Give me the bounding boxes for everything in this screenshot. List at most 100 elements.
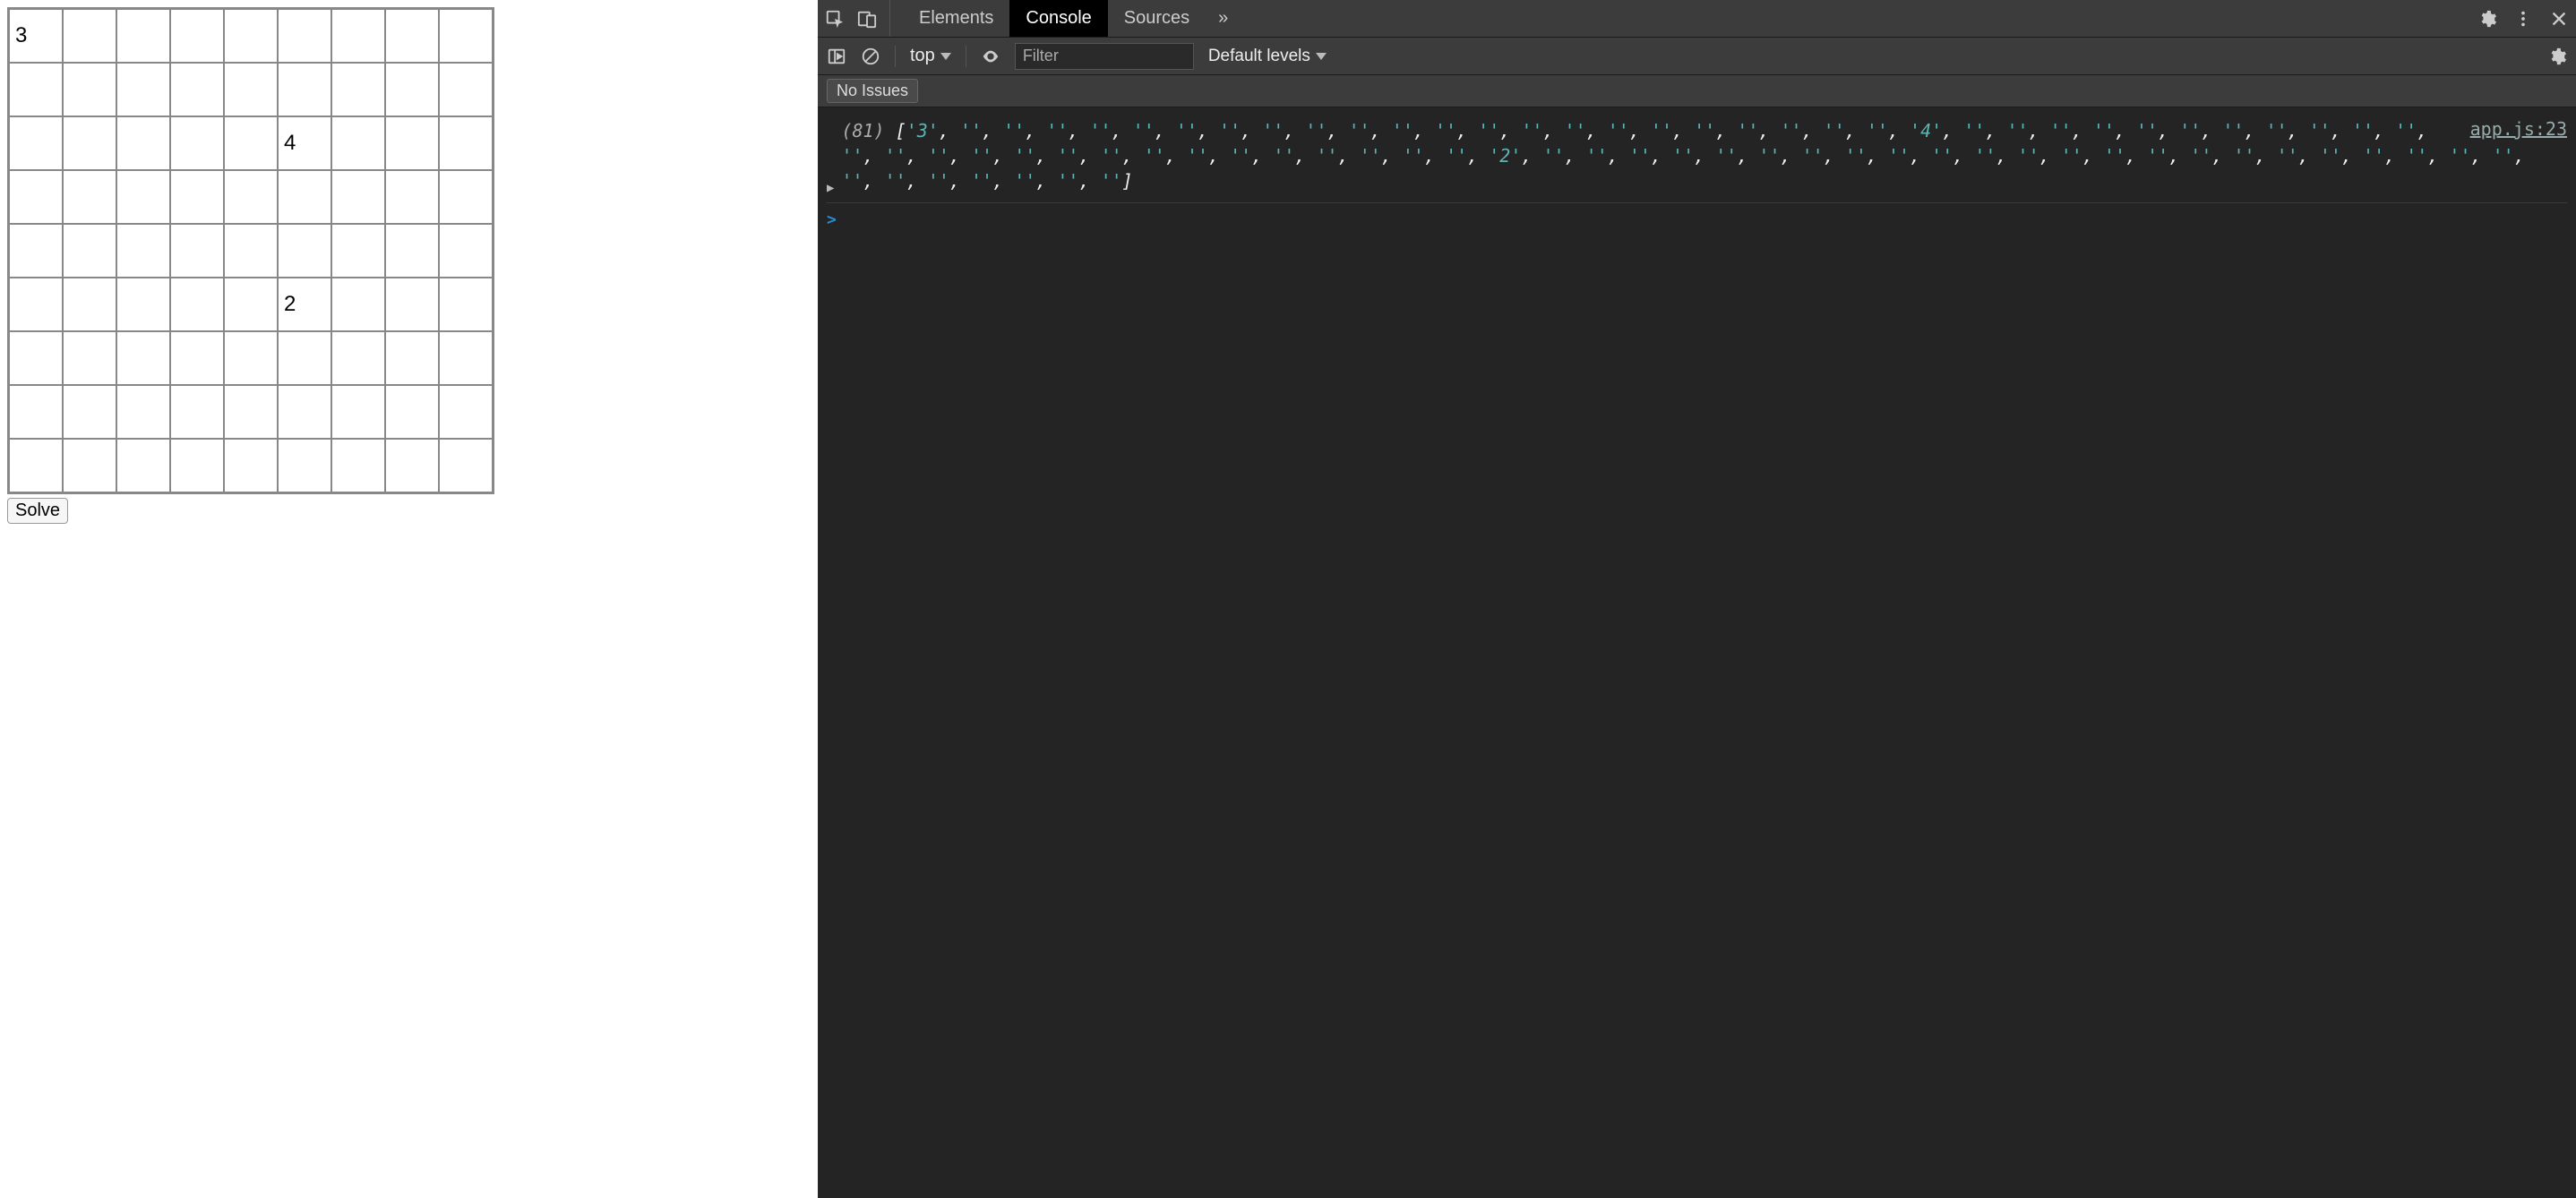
more-tabs-icon[interactable]: » xyxy=(1218,8,1228,29)
sudoku-cell[interactable] xyxy=(385,63,439,116)
issues-button[interactable]: No Issues xyxy=(827,79,918,103)
sudoku-cell[interactable] xyxy=(170,9,224,63)
sudoku-cell[interactable] xyxy=(224,439,278,492)
sudoku-cell[interactable] xyxy=(224,224,278,278)
sudoku-cell[interactable] xyxy=(63,439,116,492)
gear-icon[interactable] xyxy=(2477,9,2497,29)
sudoku-cell[interactable] xyxy=(224,331,278,385)
tab-console[interactable]: Console xyxy=(1009,0,1107,37)
sudoku-cell[interactable] xyxy=(170,439,224,492)
sudoku-cell[interactable] xyxy=(9,331,63,385)
sudoku-cell[interactable] xyxy=(63,9,116,63)
sudoku-cell[interactable] xyxy=(9,278,63,331)
sudoku-cell[interactable] xyxy=(116,278,170,331)
sudoku-cell[interactable] xyxy=(278,63,331,116)
sudoku-cell[interactable] xyxy=(439,224,493,278)
sudoku-cell[interactable] xyxy=(278,170,331,224)
sudoku-cell[interactable] xyxy=(278,278,331,331)
console-sidebar-toggle-icon[interactable] xyxy=(827,47,846,66)
sudoku-cell[interactable] xyxy=(385,170,439,224)
sudoku-cell[interactable] xyxy=(385,9,439,63)
sudoku-cell[interactable] xyxy=(385,116,439,170)
sudoku-cell[interactable] xyxy=(385,439,439,492)
sudoku-cell[interactable] xyxy=(331,439,385,492)
sudoku-cell[interactable] xyxy=(116,63,170,116)
sudoku-cell[interactable] xyxy=(9,63,63,116)
sudoku-cell[interactable] xyxy=(116,116,170,170)
sudoku-cell[interactable] xyxy=(116,385,170,439)
clear-console-icon[interactable] xyxy=(861,47,880,66)
gear-icon[interactable] xyxy=(2547,47,2567,66)
live-expression-icon[interactable] xyxy=(981,47,1000,66)
sudoku-cell[interactable] xyxy=(331,9,385,63)
sudoku-cell[interactable] xyxy=(278,9,331,63)
sudoku-cell[interactable] xyxy=(385,385,439,439)
log-levels-select[interactable]: Default levels xyxy=(1208,47,1327,66)
sudoku-cell[interactable] xyxy=(439,385,493,439)
sudoku-cell[interactable] xyxy=(116,9,170,63)
sudoku-cell[interactable] xyxy=(170,63,224,116)
sudoku-cell[interactable] xyxy=(224,385,278,439)
sudoku-cell[interactable] xyxy=(170,331,224,385)
sudoku-cell[interactable] xyxy=(63,170,116,224)
sudoku-cell[interactable] xyxy=(63,224,116,278)
expand-icon[interactable]: ▶ xyxy=(827,181,834,195)
log-source-link[interactable]: app.js:23 xyxy=(2470,118,2567,140)
sudoku-cell[interactable] xyxy=(439,63,493,116)
sudoku-cell[interactable] xyxy=(439,278,493,331)
sudoku-cell[interactable] xyxy=(9,116,63,170)
sudoku-cell[interactable] xyxy=(224,116,278,170)
sudoku-cell[interactable] xyxy=(170,170,224,224)
sudoku-cell[interactable] xyxy=(278,116,331,170)
sudoku-cell[interactable] xyxy=(224,278,278,331)
sudoku-cell[interactable] xyxy=(385,331,439,385)
sudoku-cell[interactable] xyxy=(278,385,331,439)
sudoku-cell[interactable] xyxy=(9,9,63,63)
sudoku-cell[interactable] xyxy=(439,439,493,492)
sudoku-cell[interactable] xyxy=(224,63,278,116)
sudoku-cell[interactable] xyxy=(224,170,278,224)
sudoku-cell[interactable] xyxy=(278,224,331,278)
sudoku-cell[interactable] xyxy=(9,439,63,492)
sudoku-cell[interactable] xyxy=(439,9,493,63)
sudoku-cell[interactable] xyxy=(331,63,385,116)
sudoku-cell[interactable] xyxy=(278,331,331,385)
sudoku-cell[interactable] xyxy=(331,331,385,385)
close-icon[interactable] xyxy=(2549,9,2569,29)
sudoku-cell[interactable] xyxy=(331,116,385,170)
sudoku-cell[interactable] xyxy=(439,116,493,170)
filter-input[interactable] xyxy=(1015,43,1194,70)
kebab-menu-icon[interactable] xyxy=(2513,9,2533,29)
solve-button[interactable]: Solve xyxy=(7,498,68,524)
sudoku-cell[interactable] xyxy=(170,224,224,278)
sudoku-cell[interactable] xyxy=(439,331,493,385)
sudoku-cell[interactable] xyxy=(63,278,116,331)
sudoku-cell[interactable] xyxy=(331,224,385,278)
sudoku-cell[interactable] xyxy=(170,385,224,439)
sudoku-cell[interactable] xyxy=(278,439,331,492)
context-selector[interactable]: top xyxy=(910,46,951,66)
sudoku-cell[interactable] xyxy=(63,385,116,439)
console-prompt-input[interactable] xyxy=(844,209,2567,230)
tab-elements[interactable]: Elements xyxy=(903,0,1009,37)
sudoku-cell[interactable] xyxy=(9,170,63,224)
sudoku-cell[interactable] xyxy=(63,63,116,116)
sudoku-cell[interactable] xyxy=(170,278,224,331)
sudoku-cell[interactable] xyxy=(9,224,63,278)
sudoku-cell[interactable] xyxy=(331,385,385,439)
sudoku-cell[interactable] xyxy=(224,9,278,63)
sudoku-cell[interactable] xyxy=(9,385,63,439)
sudoku-cell[interactable] xyxy=(385,278,439,331)
sudoku-cell[interactable] xyxy=(116,331,170,385)
device-toggle-icon[interactable] xyxy=(857,9,877,29)
sudoku-cell[interactable] xyxy=(116,224,170,278)
sudoku-cell[interactable] xyxy=(385,224,439,278)
sudoku-cell[interactable] xyxy=(331,278,385,331)
inspect-element-icon[interactable] xyxy=(825,9,845,29)
sudoku-cell[interactable] xyxy=(439,170,493,224)
sudoku-cell[interactable] xyxy=(116,439,170,492)
sudoku-cell[interactable] xyxy=(170,116,224,170)
console-log-row[interactable]: ▶ app.js:23 (81) ['3', '', '', '', '', '… xyxy=(827,113,2567,203)
sudoku-cell[interactable] xyxy=(63,331,116,385)
tab-sources[interactable]: Sources xyxy=(1108,0,1206,37)
